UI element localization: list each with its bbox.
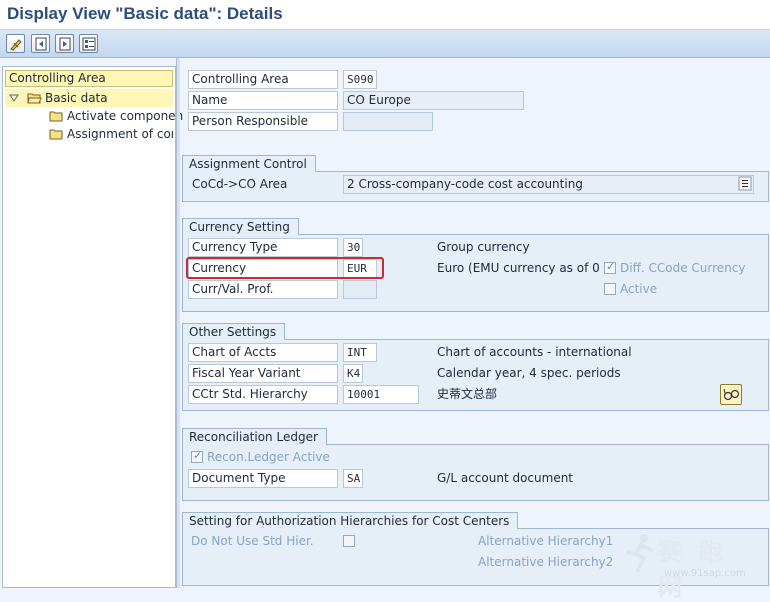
chart-of-accounts-field[interactable]: INT <box>343 343 377 362</box>
next-entry-button[interactable] <box>55 34 74 53</box>
dialog-structure-tree: Controlling Area Basic data Activate com… <box>2 66 183 588</box>
cctr-std-hierarchy-label: CCtr Std. Hierarchy <box>188 385 338 404</box>
controlling-area-label: Controlling Area <box>188 70 338 89</box>
curr-val-prof-field[interactable] <box>343 280 377 299</box>
dropdown-list-icon[interactable] <box>738 176 752 191</box>
chart-of-accounts-label: Chart of Accts <box>188 343 338 362</box>
diff-ccode-currency-label: Diff. CCode Currency <box>620 261 746 275</box>
document-type-description: G/L account document <box>437 471 574 485</box>
title-bar: Display View "Basic data": Details <box>0 0 770 30</box>
document-type-label: Document Type <box>188 469 338 488</box>
cctr-std-hierarchy-field[interactable]: 10001 <box>343 385 419 404</box>
tree-item-assignment-of-company-codes[interactable]: Assignment of com <box>5 125 173 143</box>
currency-type-field[interactable]: 30 <box>343 238 363 257</box>
previous-entry-button[interactable] <box>31 34 50 53</box>
chart-of-accounts-description: Chart of accounts - international <box>437 345 632 359</box>
assignment-control-title: Assignment Control <box>182 155 316 172</box>
splitter[interactable] <box>176 58 180 588</box>
fiscal-year-variant-label: Fiscal Year Variant <box>188 364 338 383</box>
folder-open-icon <box>27 93 42 104</box>
display-change-button[interactable] <box>6 34 25 53</box>
active-label: Active <box>620 282 658 296</box>
runner-logo-icon <box>626 534 654 572</box>
alternative-hierarchy1-label: Alternative Hierarchy1 <box>478 534 614 548</box>
next-entry-icon <box>59 37 71 51</box>
glasses-icon <box>723 388 740 401</box>
currency-setting-title: Currency Setting <box>182 218 299 235</box>
recon-ledger-active-label: Recon.Ledger Active <box>207 450 330 464</box>
watermark-text: 赛 跑 网 <box>658 538 727 601</box>
folder-icon <box>49 111 63 122</box>
page-title: Display View "Basic data": Details <box>7 4 283 23</box>
controlling-area-field[interactable]: S090 <box>343 70 377 89</box>
tree-item-basic-data[interactable]: Basic data <box>5 89 173 107</box>
person-responsible-label: Person Responsible <box>188 112 338 131</box>
application-toolbar <box>0 30 770 58</box>
name-field[interactable]: CO Europe <box>343 91 524 110</box>
recon-ledger-active-checkbox[interactable] <box>191 449 203 463</box>
select-all-button[interactable] <box>79 34 98 53</box>
tree-item-label: Assignment of com <box>67 127 173 141</box>
fiscal-year-variant-description: Calendar year, 4 spec. periods <box>437 366 621 380</box>
authorization-hierarchies-title: Setting for Authorization Hierarchies fo… <box>182 512 519 529</box>
fiscal-year-variant-field[interactable]: K4 <box>343 364 363 383</box>
display-change-icon <box>10 39 22 51</box>
folder-icon <box>49 129 63 140</box>
cocd-co-area-label: CoCd->CO Area <box>192 177 288 191</box>
site-watermark: 赛 跑 网 www.91sap.com <box>616 528 766 601</box>
other-settings-title: Other Settings <box>182 323 286 340</box>
watermark-url: www.91sap.com <box>664 568 746 579</box>
currency-type-label: Currency Type <box>188 238 338 257</box>
currency-type-description: Group currency <box>437 240 530 254</box>
name-label: Name <box>188 91 338 110</box>
reconciliation-ledger-title: Reconciliation Ledger <box>182 428 327 445</box>
previous-entry-icon <box>35 37 47 51</box>
active-checkbox[interactable] <box>604 283 616 295</box>
alternative-hierarchy2-label: Alternative Hierarchy2 <box>478 555 614 569</box>
tree-item-label: Activate componen <box>67 109 184 123</box>
currency-description: Euro (EMU currency as of 01/( <box>437 261 601 275</box>
tree-header: Controlling Area <box>5 70 173 87</box>
person-responsible-field[interactable] <box>343 112 433 131</box>
expand-triangle-icon[interactable] <box>9 93 19 103</box>
document-type-field[interactable]: SA <box>343 469 363 488</box>
select-all-icon <box>82 37 96 51</box>
cocd-co-area-dropdown[interactable]: 2 Cross-company-code cost accounting <box>343 175 754 194</box>
cctr-std-hierarchy-description: 史蒂文总部 <box>437 387 498 401</box>
tree-item-label: Basic data <box>45 91 108 105</box>
tree-item-activate-components[interactable]: Activate componen <box>5 107 183 125</box>
do-not-use-std-hier-label: Do Not Use Std Hier. <box>191 534 314 548</box>
currency-highlight-box <box>186 257 384 279</box>
do-not-use-std-hier-checkbox[interactable] <box>343 535 355 547</box>
curr-val-prof-label: Curr/Val. Prof. <box>188 280 338 299</box>
hierarchy-display-button[interactable] <box>720 384 742 405</box>
diff-ccode-currency-checkbox[interactable] <box>604 260 616 274</box>
